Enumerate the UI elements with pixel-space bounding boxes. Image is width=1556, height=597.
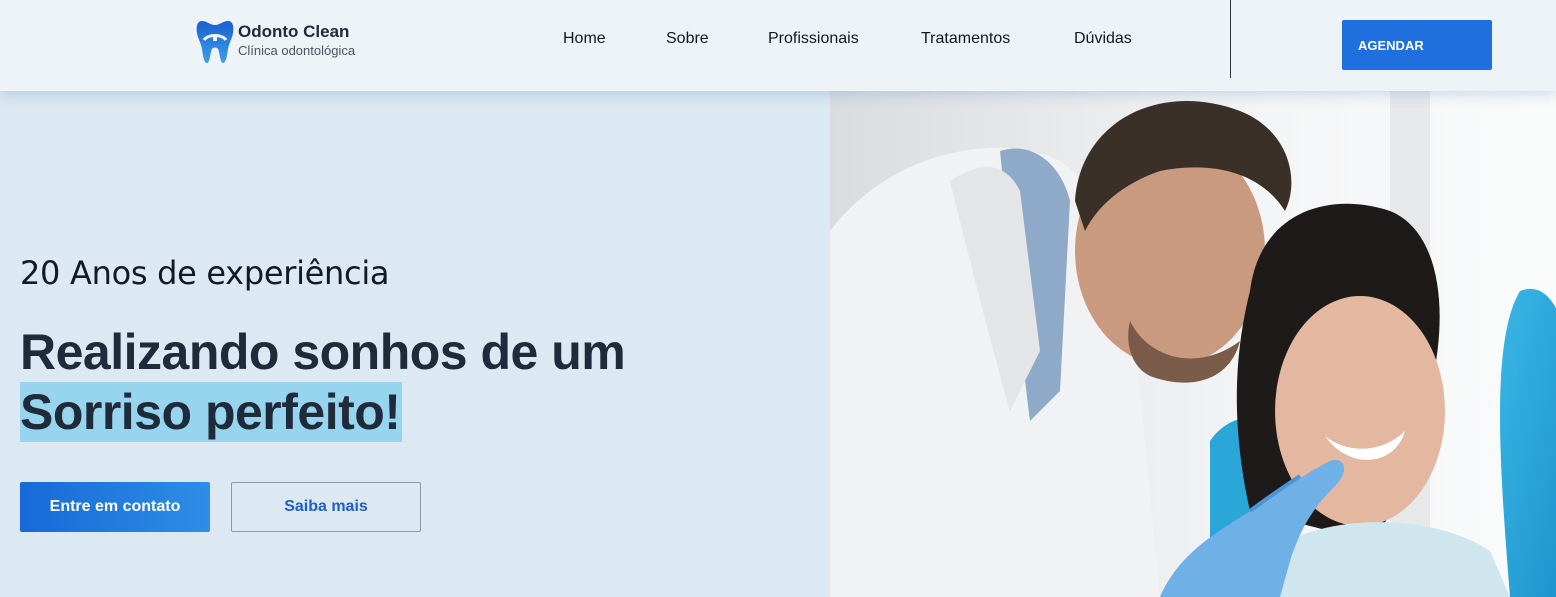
logo[interactable]: Odonto Clean Clínica odontológica — [196, 19, 355, 65]
logo-text: Odonto Clean Clínica odontológica — [238, 19, 355, 59]
learn-more-button[interactable]: Saiba mais — [231, 482, 421, 532]
contact-button[interactable]: Entre em contato — [20, 482, 210, 532]
nav-profissionais[interactable]: Profissionais — [768, 30, 859, 48]
brand-name: Odonto Clean — [238, 22, 350, 41]
headline-line-2-highlight: Sorriso perfeito! — [20, 382, 403, 442]
hero-headline: Realizando sonhos de um Sorriso perfeito… — [20, 322, 626, 442]
hero-eyebrow: 20 Anos de experiência — [20, 254, 390, 292]
nav-home[interactable]: Home — [563, 30, 606, 48]
agendar-button[interactable]: AGENDAR — [1342, 20, 1492, 70]
header-divider — [1230, 0, 1231, 78]
headline-line-1: Realizando sonhos de um — [20, 324, 626, 380]
tooth-icon — [196, 19, 234, 65]
brand-subtitle: Clínica odontológica — [238, 43, 356, 58]
dentist-with-smiling-patient-photo — [830, 91, 1556, 597]
site-header: Odonto Clean Clínica odontológica Home S… — [0, 0, 1556, 91]
nav-sobre[interactable]: Sobre — [666, 30, 709, 48]
nav-tratamentos[interactable]: Tratamentos — [921, 30, 1010, 48]
nav-duvidas[interactable]: Dúvidas — [1074, 30, 1132, 48]
